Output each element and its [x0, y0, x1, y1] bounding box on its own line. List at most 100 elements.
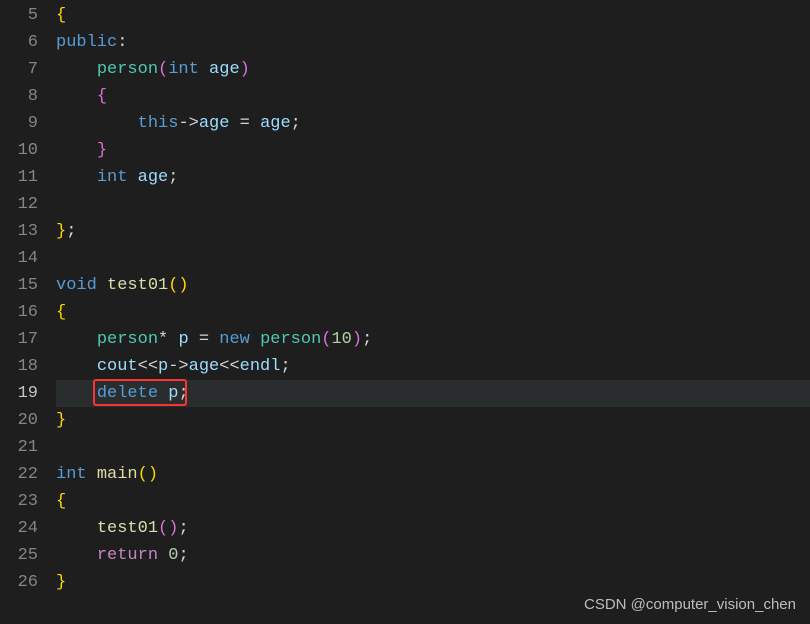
code-token	[56, 384, 97, 403]
code-token: p	[158, 357, 168, 376]
code-token	[87, 465, 97, 484]
line-number: 21	[0, 434, 38, 461]
watermark-text: CSDN @computer_vision_chen	[584, 591, 796, 618]
code-token: 0	[168, 546, 178, 565]
code-line[interactable]: public:	[56, 29, 810, 56]
code-line[interactable]: cout<<p->age<<endl;	[56, 353, 810, 380]
code-token	[127, 168, 137, 187]
code-token: <<	[219, 357, 239, 376]
line-number: 26	[0, 569, 38, 596]
line-number: 6	[0, 29, 38, 56]
code-line[interactable]: return 0;	[56, 542, 810, 569]
code-token: 10	[331, 330, 351, 349]
code-token: ->	[168, 357, 188, 376]
code-token: ->	[178, 114, 198, 133]
code-token: int	[56, 465, 87, 484]
line-number-gutter: 567891011121314151617181920212223242526	[0, 0, 56, 624]
code-line[interactable]: this->age = age;	[56, 110, 810, 137]
code-token	[56, 357, 97, 376]
code-line[interactable]: person(int age)	[56, 56, 810, 83]
code-token: p	[178, 330, 188, 349]
line-number: 12	[0, 191, 38, 218]
code-token: age	[189, 357, 220, 376]
code-token: )	[240, 60, 250, 79]
code-token: age	[138, 168, 169, 187]
code-token: *	[158, 330, 178, 349]
code-line[interactable]: }	[56, 407, 810, 434]
code-token: )	[352, 330, 362, 349]
code-token: {	[56, 492, 66, 511]
code-token: cout	[97, 357, 138, 376]
code-token: main	[97, 465, 138, 484]
code-line[interactable]: int age;	[56, 164, 810, 191]
line-number: 10	[0, 137, 38, 164]
line-number: 22	[0, 461, 38, 488]
code-token: void	[56, 276, 97, 295]
code-line[interactable]: }	[56, 137, 810, 164]
code-line[interactable]: person* p = new person(10);	[56, 326, 810, 353]
code-token: ;	[178, 384, 188, 403]
code-token: =	[189, 330, 220, 349]
code-token: }	[56, 222, 66, 241]
code-line[interactable]: {	[56, 299, 810, 326]
code-line[interactable]: delete p;	[56, 380, 810, 407]
code-line[interactable]: {	[56, 488, 810, 515]
code-token: ;	[178, 519, 188, 538]
line-number: 18	[0, 353, 38, 380]
code-token: person	[97, 330, 158, 349]
code-token	[56, 546, 97, 565]
code-token: ;	[291, 114, 301, 133]
code-line[interactable]: {	[56, 2, 810, 29]
code-line[interactable]: int main()	[56, 461, 810, 488]
code-token	[56, 87, 97, 106]
line-number: 16	[0, 299, 38, 326]
code-line[interactable]	[56, 245, 810, 272]
code-token	[158, 384, 168, 403]
code-token: (	[321, 330, 331, 349]
code-token	[56, 168, 97, 187]
code-token: return	[97, 546, 158, 565]
line-number: 25	[0, 542, 38, 569]
line-number: 20	[0, 407, 38, 434]
code-token: int	[97, 168, 128, 187]
code-editor[interactable]: 567891011121314151617181920212223242526 …	[0, 0, 810, 624]
code-token	[250, 330, 260, 349]
code-token: age	[199, 114, 230, 133]
code-token: ()	[168, 276, 188, 295]
code-token: person	[260, 330, 321, 349]
code-token	[56, 330, 97, 349]
code-token	[158, 546, 168, 565]
code-line[interactable]	[56, 191, 810, 218]
code-token	[199, 60, 209, 79]
code-token: }	[56, 411, 66, 430]
code-token	[56, 519, 97, 538]
code-token: ;	[168, 168, 178, 187]
code-line[interactable]: };	[56, 218, 810, 245]
code-token: ;	[66, 222, 76, 241]
code-token: ;	[362, 330, 372, 349]
code-token: }	[97, 141, 107, 160]
code-token: endl	[240, 357, 281, 376]
code-token: this	[138, 114, 179, 133]
code-token: {	[97, 87, 107, 106]
code-line[interactable]: {	[56, 83, 810, 110]
code-token: :	[117, 33, 127, 52]
line-number: 24	[0, 515, 38, 542]
code-area[interactable]: {public: person(int age) { this->age = a…	[56, 0, 810, 624]
code-token: ()	[158, 519, 178, 538]
code-token: <<	[138, 357, 158, 376]
code-token: ()	[138, 465, 158, 484]
code-token: ;	[178, 546, 188, 565]
line-number: 5	[0, 2, 38, 29]
code-token	[56, 141, 97, 160]
code-token: age	[209, 60, 240, 79]
line-number: 19	[0, 380, 38, 407]
code-line[interactable]: test01();	[56, 515, 810, 542]
code-line[interactable]: void test01()	[56, 272, 810, 299]
code-token: new	[219, 330, 250, 349]
line-number: 17	[0, 326, 38, 353]
line-number: 23	[0, 488, 38, 515]
code-line[interactable]	[56, 434, 810, 461]
code-token: {	[56, 303, 66, 322]
code-token: public	[56, 33, 117, 52]
